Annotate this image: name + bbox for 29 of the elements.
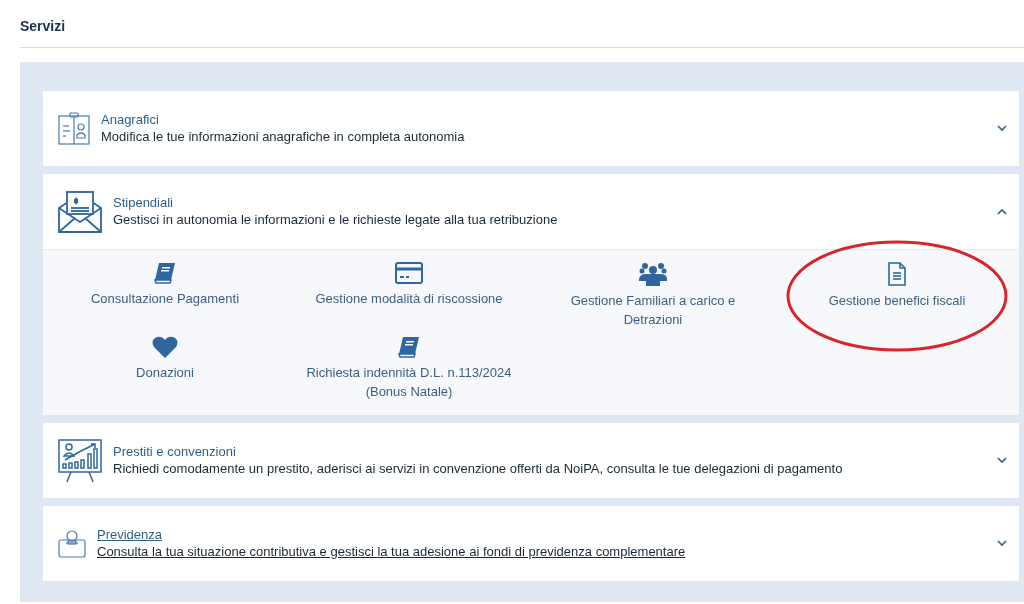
chevron-down-icon[interactable] [997, 540, 1007, 548]
section-title[interactable]: Previdenza [97, 527, 686, 544]
chevron-up-icon[interactable] [997, 208, 1007, 215]
book-icon[interactable] [153, 262, 177, 284]
service-link[interactable]: Gestione Familiari a carico e Detrazioni [543, 292, 763, 330]
chevron-down-icon[interactable] [997, 457, 1007, 465]
id-card-icon [57, 111, 91, 146]
section-title[interactable]: Stipendiali [113, 194, 558, 212]
service-link[interactable]: Richiesta indennità D.L. n.113/2024 (Bonus Natale) [299, 363, 519, 402]
heart-icon[interactable] [152, 335, 178, 358]
document-icon[interactable] [887, 262, 907, 286]
section-title[interactable]: Prestiti e convenzioni [113, 444, 843, 461]
book-icon[interactable] [397, 335, 421, 358]
service-link[interactable]: Gestione benefici fiscali [828, 292, 966, 311]
service-link[interactable]: Donazioni [136, 363, 194, 383]
section-description: Gestisci in autonomia le informazioni e le richieste legate alla tua retribuzione [113, 211, 558, 229]
chevron-down-icon[interactable] [997, 125, 1007, 132]
service-link[interactable]: Gestione modalità di riscossione [315, 290, 503, 309]
page-title: Servizi [20, 17, 67, 36]
section-description: Consulta la tua situazione contributiva e gestisci la tua adesione ai fondi di previdenza complementare [97, 543, 686, 561]
envelope-icon [57, 189, 103, 234]
coin-in-box-icon [57, 528, 87, 559]
credit-card-icon[interactable] [395, 262, 423, 284]
section-description: Modifica le tue informazioni anagrafiche in completa autonomia [101, 128, 465, 146]
group-icon[interactable] [638, 262, 668, 286]
section-description: Richiedi comodamente un prestito, aderisci ai servizi in convenzione offerti da NoiPA, consulta le tue delegazioni di pagamento [113, 460, 843, 478]
service-link[interactable]: Consultazione Pagamenti [90, 290, 240, 309]
section-title[interactable]: Anagrafici [101, 111, 465, 129]
presentation-chart-icon [57, 437, 103, 484]
